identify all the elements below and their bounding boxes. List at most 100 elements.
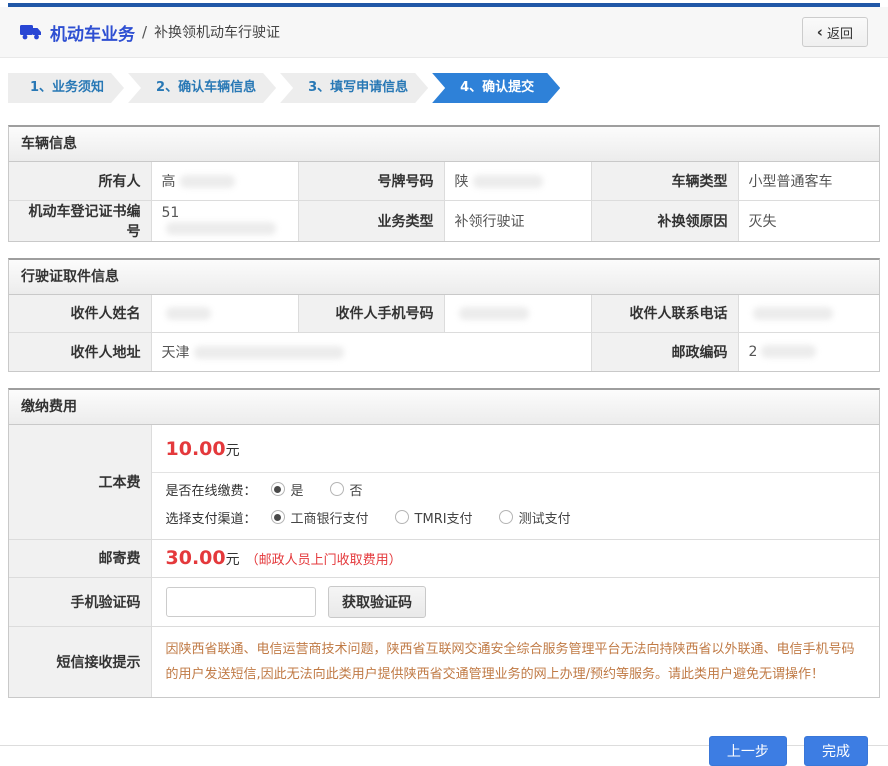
cost-fee-label: 工本费 xyxy=(9,424,152,540)
cert-number-value: 51 xyxy=(150,199,299,241)
recipient-name-label: 收件人姓名 xyxy=(9,294,152,333)
table-row: 所有人 高 号牌号码 陕 车辆类型 小型普通客车 xyxy=(9,162,879,201)
page-title: 机动车业务 xyxy=(50,24,135,45)
cost-fee-amount-line: 10.00元 xyxy=(151,425,879,473)
table-row: 收件人姓名 收件人手机号码 收件人联系电话 xyxy=(9,294,879,333)
page: 机动车业务 / 补换领机动车行驶证 ‹ 返回 1、业务须知 2、确认车辆信息 3… xyxy=(0,3,888,766)
zip-code-label: 邮政编码 xyxy=(590,332,739,371)
recipient-phone-value xyxy=(737,294,879,333)
table-row: 工本费 10.00元 是否在线缴费： 是 否 选择支付渠道： 工商银行支付 TM… xyxy=(9,424,880,540)
delivery-section-title: 行驶证取件信息 xyxy=(9,259,879,295)
radio-online-yes[interactable]: 是 xyxy=(270,480,304,499)
payment-section-title: 缴纳费用 xyxy=(9,389,879,425)
radio-label: 否 xyxy=(349,483,363,499)
redacted-value xyxy=(472,175,543,189)
table-row: 机动车登记证书编号 51 业务类型 补领行驶证 补换领原因 灭失 xyxy=(9,199,879,241)
table-row: 收件人地址 天津 邮政编码 2 xyxy=(9,332,879,371)
recipient-mobile-label: 收件人手机号码 xyxy=(297,294,445,333)
radio-unselected-icon xyxy=(498,510,513,524)
owner-value: 高 xyxy=(150,162,299,201)
sms-code-input[interactable] xyxy=(165,586,316,617)
redacted-value xyxy=(458,306,529,320)
radio-label: TMRI支付 xyxy=(414,511,473,527)
step-nav: 1、业务须知 2、确认车辆信息 3、填写申请信息 4、确认提交 xyxy=(8,73,880,103)
recipient-address-value: 天津 xyxy=(150,332,592,371)
radio-label: 是 xyxy=(290,483,304,499)
step-3-tab[interactable]: 3、填写申请信息 xyxy=(280,73,428,103)
sms-notice-label: 短信接收提示 xyxy=(9,625,152,698)
recipient-phone-label: 收件人联系电话 xyxy=(590,294,739,333)
online-pay-question: 是否在线缴费： xyxy=(165,483,257,499)
vehicle-type-label: 车辆类型 xyxy=(590,162,739,201)
redacted-value xyxy=(165,306,211,320)
radio-channel-icbc[interactable]: 工商银行支付 xyxy=(270,508,369,527)
cost-fee-cell: 10.00元 是否在线缴费： 是 否 选择支付渠道： 工商银行支付 TMRI支付… xyxy=(150,424,880,540)
step-2-tab[interactable]: 2、确认车辆信息 xyxy=(128,73,276,103)
redacted-value xyxy=(165,222,276,235)
radio-unselected-icon xyxy=(394,510,409,524)
redacted-value xyxy=(193,346,344,360)
cert-number-label: 机动车登记证书编号 xyxy=(9,199,152,241)
redacted-value xyxy=(761,345,817,359)
truck-icon xyxy=(20,24,42,40)
payment-table: 工本费 10.00元 是否在线缴费： 是 否 选择支付渠道： 工商银行支付 TM… xyxy=(9,424,880,698)
radio-channel-test[interactable]: 测试支付 xyxy=(498,508,571,527)
radio-unselected-icon xyxy=(329,482,344,496)
breadcrumb-separator: / xyxy=(142,23,148,41)
sms-notice-cell: 因陕西省联通、电信运营商技术问题，陕西省互联网交通安全综合服务管理平台无法向持陕… xyxy=(150,625,879,698)
reason-value: 灭失 xyxy=(737,199,879,241)
delivery-info-table: 收件人姓名 收件人手机号码 收件人联系电话 收件人地址 天津 邮政编码 2 xyxy=(9,294,879,371)
finish-button[interactable]: 完成 xyxy=(804,736,868,766)
post-fee-value: 30.00元 （邮政人员上门收取费用） xyxy=(150,538,879,578)
back-button[interactable]: ‹ 返回 xyxy=(801,17,868,47)
radio-channel-tmri[interactable]: TMRI支付 xyxy=(394,508,473,527)
post-unit: 元 xyxy=(225,552,240,568)
redacted-value xyxy=(179,175,235,189)
post-amount: 30.00 xyxy=(165,547,226,569)
recipient-mobile-value xyxy=(443,294,592,333)
vehicle-info-section: 车辆信息 所有人 高 号牌号码 陕 车辆类型 小型普通客车 机动车登记证书编号 … xyxy=(8,125,880,242)
sms-code-cell: 获取验证码 xyxy=(150,576,879,627)
post-fee-note: （邮政人员上门收取费用） xyxy=(245,553,402,568)
radio-label: 测试支付 xyxy=(518,511,571,527)
radio-online-no[interactable]: 否 xyxy=(329,480,363,499)
online-pay-option-line: 是否在线缴费： 是 否 xyxy=(152,473,880,501)
header: 机动车业务 / 补换领机动车行驶证 ‹ 返回 xyxy=(0,7,888,58)
sms-code-label: 手机验证码 xyxy=(9,576,152,627)
business-type-value: 补领行驶证 xyxy=(443,199,592,241)
table-row: 手机验证码 获取验证码 xyxy=(9,576,879,627)
radio-label: 工商银行支付 xyxy=(290,511,369,527)
back-chevron-icon: ‹ xyxy=(816,22,823,41)
recipient-address-label: 收件人地址 xyxy=(9,332,152,371)
page-subtitle: 补换领机动车行驶证 xyxy=(154,25,281,41)
table-row: 短信接收提示 因陕西省联通、电信运营商技术问题，陕西省互联网交通安全综合服务管理… xyxy=(9,625,879,698)
vehicle-type-value: 小型普通客车 xyxy=(737,162,879,201)
back-label: 返回 xyxy=(826,26,853,42)
table-row: 邮寄费 30.00元 （邮政人员上门收取费用） xyxy=(9,538,879,578)
step-4-tab[interactable]: 4、确认提交 xyxy=(432,73,560,103)
radio-selected-icon xyxy=(270,482,285,496)
get-code-button[interactable]: 获取验证码 xyxy=(327,585,426,618)
pay-channel-question: 选择支付渠道： xyxy=(165,511,257,527)
vehicle-section-title: 车辆信息 xyxy=(9,127,879,162)
sms-notice-text: 因陕西省联通、电信运营商技术问题，陕西省互联网交通安全综合服务管理平台无法向持陕… xyxy=(165,641,855,682)
delivery-info-section: 行驶证取件信息 收件人姓名 收件人手机号码 收件人联系电话 收件人地址 天津 邮… xyxy=(8,257,880,372)
payment-section: 缴纳费用 工本费 10.00元 是否在线缴费： 是 否 选择支付渠道： 工商银行… xyxy=(8,387,880,699)
cost-unit: 元 xyxy=(225,442,240,459)
zip-code-value: 2 xyxy=(737,332,879,371)
vehicle-info-table: 所有人 高 号牌号码 陕 车辆类型 小型普通客车 机动车登记证书编号 51 业务… xyxy=(9,162,879,241)
step-1-tab[interactable]: 1、业务须知 xyxy=(8,73,124,103)
cost-amount: 10.00 xyxy=(165,437,226,460)
footer-actions: 上一步 完成 xyxy=(0,714,888,766)
post-fee-label: 邮寄费 xyxy=(9,538,152,578)
plate-label: 号牌号码 xyxy=(297,162,445,201)
recipient-name-value xyxy=(150,294,299,333)
reason-label: 补换领原因 xyxy=(590,199,739,241)
plate-value: 陕 xyxy=(443,162,592,201)
owner-label: 所有人 xyxy=(9,162,152,201)
redacted-value xyxy=(752,306,833,320)
business-type-label: 业务类型 xyxy=(297,199,445,241)
radio-selected-icon xyxy=(270,510,285,524)
pay-channel-option-line: 选择支付渠道： 工商银行支付 TMRI支付 测试支付 xyxy=(152,501,880,539)
previous-step-button[interactable]: 上一步 xyxy=(708,736,787,766)
